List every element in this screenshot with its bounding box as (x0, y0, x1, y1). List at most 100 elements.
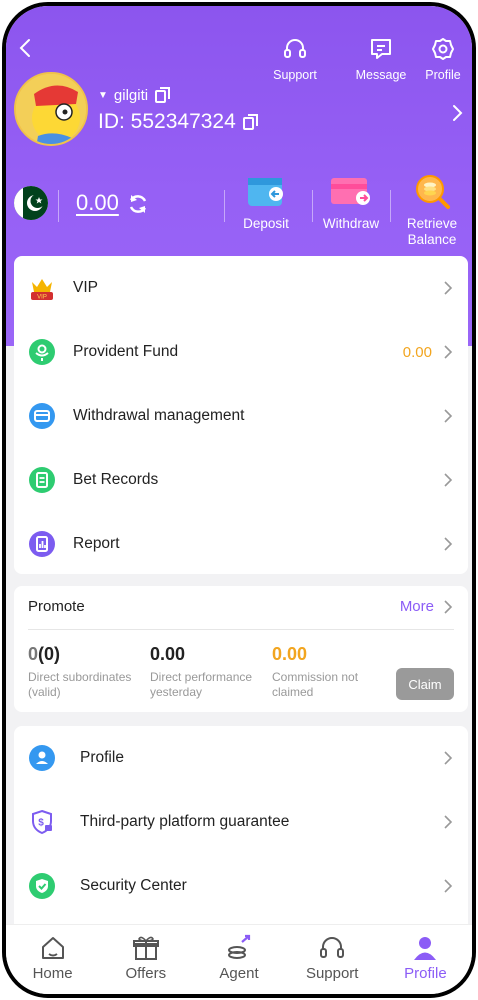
stat-direct-subordinates: 0(0) Direct subordinates (valid) (28, 644, 131, 700)
caret-down-icon: ▼ (98, 89, 108, 101)
stat-label: claimed (272, 685, 314, 699)
menu-item-bet-records[interactable]: Bet Records (14, 448, 468, 512)
menu-label: Bet Records (73, 471, 159, 488)
nav-support[interactable]: Support (286, 925, 379, 994)
menu-label: Third-party platform guarantee (80, 813, 290, 830)
headset-icon (320, 937, 345, 958)
svg-text:$: $ (38, 818, 44, 829)
wallet-icon (29, 403, 55, 429)
message-top-button[interactable]: Message (348, 36, 414, 82)
copy-id-icon[interactable] (242, 113, 260, 131)
provident-fund-icon (29, 339, 55, 365)
deposit-button[interactable]: Deposit (234, 172, 298, 232)
user-icon (414, 937, 437, 960)
support-top-button[interactable]: Support (246, 36, 344, 82)
chevron-right-icon (444, 537, 453, 551)
deposit-icon (248, 178, 283, 206)
report-icon (29, 531, 55, 557)
nav-label: Offers (125, 965, 167, 982)
menu-item-vip[interactable]: VIP VIP (14, 256, 468, 320)
menu-card: VIP VIP Provident Fund 0.00 Withdrawal m… (14, 256, 468, 574)
menu-item-provident-fund[interactable]: Provident Fund 0.00 (14, 320, 468, 384)
top-icon-bar: Support Message Profile (242, 36, 468, 82)
user-id-text: ID: 552347324 (98, 110, 236, 133)
deposit-label: Deposit (243, 216, 289, 231)
divider (312, 190, 313, 222)
menu-label: VIP (73, 279, 98, 296)
chevron-right-icon (444, 815, 453, 829)
message-top-label: Message (355, 68, 407, 82)
retrieve-label-line1: Retrieve (406, 216, 458, 231)
divider (224, 190, 225, 222)
back-icon[interactable] (14, 34, 36, 62)
provident-fund-value: 0.00 (402, 343, 432, 361)
retrieve-balance-button[interactable]: Retrieve Balance (400, 172, 464, 248)
chevron-right-icon (444, 473, 453, 487)
withdraw-icon (331, 178, 370, 205)
menu-label: Withdrawal management (73, 407, 245, 424)
retrieve-label-line2: Balance (407, 232, 457, 247)
magnifier-coins-icon (416, 175, 450, 209)
promote-more-link[interactable]: More (400, 598, 434, 615)
profile-top-label: Profile (425, 68, 461, 82)
stat-label: (valid) (28, 685, 61, 699)
chevron-right-icon (444, 345, 453, 359)
security-shield-icon (29, 873, 55, 899)
vip-icon: VIP (31, 279, 53, 301)
nav-label: Agent (219, 965, 259, 982)
chevron-right-icon (444, 409, 453, 423)
pakistan-flag-icon (14, 186, 48, 220)
chevron-right-icon (444, 751, 453, 765)
divider (58, 190, 59, 222)
bottom-nav: Home Offers Agent Support Profile (6, 924, 472, 994)
headset-icon (284, 39, 306, 58)
shield-dollar-icon: $ (32, 809, 52, 835)
claim-button[interactable]: Claim (396, 668, 454, 700)
avatar[interactable] (14, 72, 88, 146)
menu-item-security-center[interactable]: Security Center (14, 854, 468, 918)
home-icon (41, 937, 64, 959)
copy-icon[interactable] (154, 86, 172, 104)
menu-label: Report (73, 535, 120, 552)
menu-item-withdrawal-management[interactable]: Withdrawal management (14, 384, 468, 448)
nav-offers[interactable]: Offers (99, 925, 192, 994)
stat-commission: 0.00 Commission not claimed (272, 644, 358, 700)
svg-text:VIP: VIP (37, 295, 47, 301)
promote-header: Promote More (28, 586, 454, 630)
phone-frame: Support Message Profile ▼ gilgiti ID: 55… (2, 2, 476, 998)
stat-value-paren: (0) (38, 644, 61, 664)
user-id: ID: 552347324 (98, 110, 260, 134)
bet-records-icon (29, 467, 55, 493)
stat-label: Direct subordinates (28, 670, 132, 684)
chevron-right-icon (444, 879, 453, 893)
nav-label: Support (305, 965, 359, 982)
stat-direct-performance: 0.00 Direct performance yesterday (150, 644, 252, 700)
menu-label: Security Center (80, 877, 187, 894)
promote-card: Promote More 0(0) Direct subordinates (va… (14, 586, 468, 712)
menu-label: Profile (80, 749, 124, 766)
menu-item-report[interactable]: Report (14, 512, 468, 576)
withdraw-button[interactable]: Withdraw (316, 172, 386, 232)
settings-card: Profile $ Third-party platform guarantee… (14, 726, 468, 946)
menu-item-third-party-guarantee[interactable]: $ Third-party platform guarantee (14, 790, 468, 854)
chevron-right-icon[interactable] (442, 598, 454, 616)
chevron-right-icon (444, 281, 453, 295)
nav-label: Home (32, 965, 73, 982)
chevron-right-icon[interactable] (450, 102, 464, 124)
profile-top-button[interactable]: Profile (418, 36, 468, 82)
menu-item-profile[interactable]: Profile (14, 726, 468, 790)
refresh-icon[interactable] (126, 192, 150, 216)
nav-agent[interactable]: Agent (192, 925, 285, 994)
nav-home[interactable]: Home (6, 925, 99, 994)
gear-icon (432, 38, 454, 60)
balance-amount: 0.00 (76, 190, 119, 215)
stat-value: 0.00 (150, 644, 186, 664)
support-top-label: Support (273, 68, 317, 82)
username: ▼ gilgiti (98, 86, 172, 104)
username-text: gilgiti (113, 86, 149, 104)
stat-value: 0.00 (272, 644, 308, 664)
menu-label: Provident Fund (73, 343, 179, 360)
message-icon (371, 39, 391, 59)
nav-profile[interactable]: Profile (379, 925, 472, 994)
promote-title: Promote (28, 598, 85, 615)
